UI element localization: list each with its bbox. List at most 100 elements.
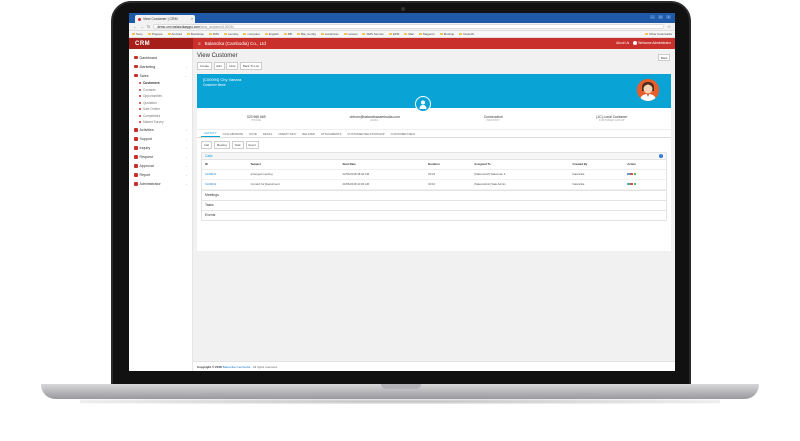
table-cell: arranged meeting — [247, 169, 340, 180]
bookmark-label: security — [228, 32, 239, 36]
view-icon[interactable] — [633, 172, 637, 176]
browser-tab[interactable]: View Customer | CRM × — [135, 15, 195, 23]
column-header: Assigned To — [471, 159, 570, 170]
folder-icon — [208, 32, 212, 36]
profile-banner: [C00094] Chy Vanara Customer Items — [197, 74, 671, 112]
sidebar-item[interactable]: Administrator ‹ — [129, 180, 192, 189]
close-icon[interactable]: × — [191, 17, 193, 21]
bookmark-item[interactable]: DB — [283, 32, 292, 36]
welcome-user[interactable]: Welcome Administrator — [633, 41, 671, 45]
minimize-icon[interactable]: – — [650, 15, 655, 19]
detail-tab[interactable]: NOTE — [246, 132, 260, 138]
header-right: About Us Welcome Administrator — [616, 41, 671, 45]
maximize-icon[interactable]: □ — [658, 15, 663, 19]
bookmark-label: Android — [171, 32, 182, 36]
bookmark-item[interactable]: SMS Service — [362, 32, 384, 36]
bookmark-item[interactable]: Mac — [404, 32, 414, 36]
reload-icon[interactable]: ↻ — [147, 24, 150, 29]
detail-tab[interactable]: RELATED — [299, 132, 318, 138]
bookmark-item[interactable]: NodeJS — [459, 32, 474, 36]
sidebar-item[interactable]: Marketing ‹ — [129, 62, 192, 71]
sidebar-item-icon — [134, 137, 138, 141]
detail-tab[interactable]: COLLABORATE — [220, 132, 246, 138]
detail-tab[interactable]: CUSTOMER RELATIONSHIP — [345, 132, 388, 138]
delete-icon[interactable] — [630, 172, 633, 176]
detail-tab[interactable]: ACTIVITY — [201, 131, 220, 137]
bookmark-item[interactable]: Magento — [419, 32, 435, 36]
sidebar-item[interactable]: Activities ‹ — [129, 126, 192, 135]
edit-icon[interactable] — [627, 182, 630, 186]
url-input[interactable]: demo-crm.balancikasppo.com /view_custome… — [153, 24, 665, 29]
toolbar-button[interactable]: Edit — [213, 62, 225, 70]
back-button[interactable]: Back — [658, 54, 670, 61]
detail-tab[interactable]: DETAIL — [260, 132, 276, 138]
edit-icon[interactable] — [627, 172, 630, 176]
collapsible-section[interactable]: Meetings — [201, 190, 667, 201]
sidebar-item-icon — [134, 146, 138, 150]
sidebar-item-label: Administrator — [139, 182, 161, 186]
delete-icon[interactable] — [630, 182, 633, 186]
detail-tab[interactable]: CREDIT INFO — [275, 132, 299, 138]
hamburger-menu-icon[interactable]: ≡ — [198, 41, 201, 46]
activity-button[interactable]: Task — [231, 141, 244, 149]
sidebar-item[interactable]: Inquiry ‹ — [129, 144, 192, 153]
forward-arrow-icon[interactable]: → — [140, 24, 144, 29]
table-cell[interactable]: CL00011 — [202, 169, 248, 180]
calls-panel: Calls i ID Subject Start Date Duration Assig… — [201, 151, 667, 191]
activity-button[interactable]: Meeting — [213, 141, 230, 149]
toolbar-button[interactable]: Create — [197, 62, 213, 70]
toolbar-button[interactable]: Help — [226, 62, 239, 70]
activity-button[interactable]: Call — [201, 141, 212, 149]
laptop-base — [41, 384, 759, 399]
star-icon[interactable]: ☆ — [667, 24, 671, 29]
sidebar-item[interactable]: Report ‹ — [129, 171, 192, 180]
bookmark-item[interactable]: Prepare — [147, 32, 163, 36]
detail-tab[interactable]: ATTACHMENTS — [318, 132, 345, 138]
window-close-icon[interactable]: × — [666, 15, 671, 19]
page-title: View Customer — [197, 53, 238, 59]
bookmark-item[interactable]: Bat_Config — [296, 32, 316, 36]
calls-header: Calls i — [202, 152, 666, 160]
bookmark-item[interactable]: security — [224, 32, 238, 36]
bookmark-item[interactable]: Android — [167, 32, 182, 36]
table-cell: balancika — [569, 169, 625, 180]
bookmark-item[interactable]: computer — [243, 32, 260, 36]
bookmark-item[interactable]: Laravel — [343, 32, 357, 36]
info-icon[interactable]: i — [659, 154, 663, 159]
bookmark-label: wordpress — [324, 32, 339, 36]
bookmark-item[interactable]: Bootstrap — [186, 32, 204, 36]
bookmark-item[interactable]: wordpress — [320, 32, 339, 36]
url-host: demo-crm.balancikasppo.com — [157, 24, 200, 29]
sidebar-item[interactable]: Approval ‹ — [129, 162, 192, 171]
footer-brand-link[interactable]: Balancika Cambodia — [223, 365, 251, 369]
bookmark-label: EPM — [392, 32, 400, 36]
bookmark-item[interactable]: FMS — [208, 32, 219, 36]
activity-button[interactable]: Event — [245, 141, 259, 149]
detail-tab[interactable]: CUSTOMER FIELD — [388, 132, 419, 138]
folder-icon — [147, 32, 151, 36]
view-icon[interactable] — [633, 182, 637, 186]
toolbar-button[interactable]: Back To List — [239, 62, 262, 70]
sidebar-item[interactable]: Dashboard — [129, 53, 192, 62]
sidebar-item[interactable]: Sales ⌄ — [129, 71, 192, 80]
column-header: ID — [202, 159, 248, 170]
laptop-frame: View Customer | CRM × – □ × ← → ↻ demo-c… — [0, 0, 800, 441]
column-header: Start Date — [339, 159, 426, 170]
laptop-screen: View Customer | CRM × – □ × ← → ↻ demo-c… — [129, 13, 675, 371]
bookmark-item[interactable]: EPM — [388, 32, 400, 36]
about-us-link[interactable]: About Us — [616, 41, 629, 45]
bookmark-item[interactable]: Sony — [132, 32, 143, 36]
bookmark-item[interactable]: English — [264, 32, 279, 36]
sidebar-item[interactable]: Request ‹ — [129, 153, 192, 162]
table-cell[interactable]: CL00012 — [202, 179, 248, 190]
back-arrow-icon[interactable]: ← — [133, 24, 137, 29]
chevron-icon: ‹ — [186, 173, 187, 177]
bookmark-item[interactable]: Mockup — [439, 32, 454, 36]
other-bookmarks[interactable]: Other bookmarks — [644, 32, 672, 36]
collapsible-section[interactable]: Tasks — [201, 200, 667, 211]
sidebar-item[interactable]: Support ‹ — [129, 135, 192, 144]
collapsible-section[interactable]: Events — [201, 210, 667, 221]
company-name: Balancika (Cambodia) Co., Ltd — [204, 41, 266, 46]
table-cell: 00:10 — [425, 179, 472, 190]
logo-box[interactable]: CRM — [129, 38, 193, 49]
